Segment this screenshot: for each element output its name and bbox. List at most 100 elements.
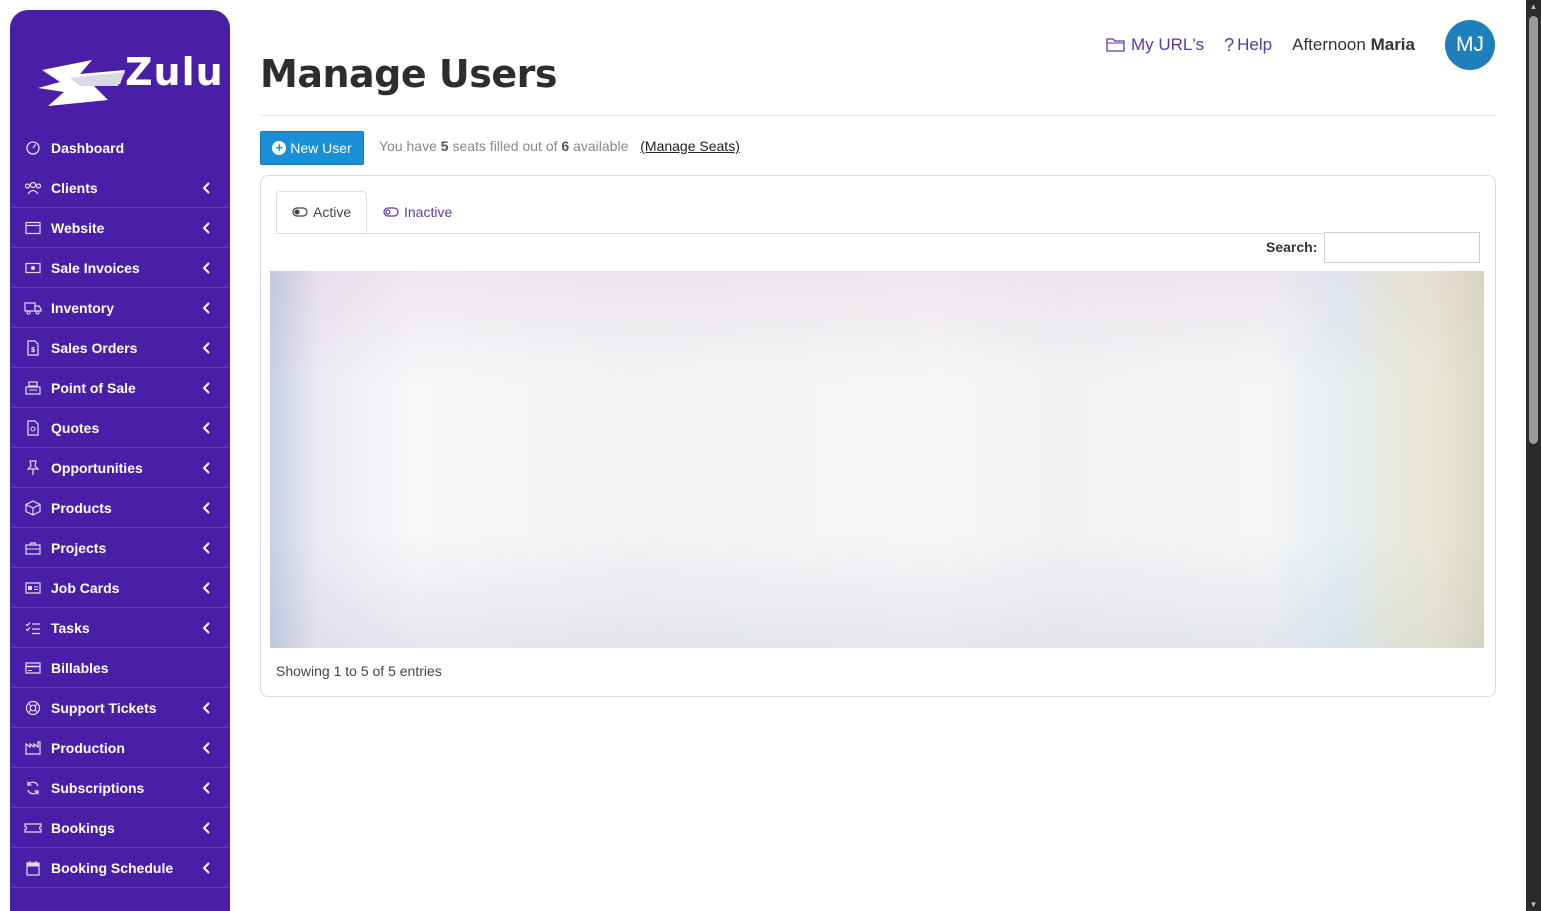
sidebar-item-dashboard[interactable]: Dashboard [10, 128, 230, 168]
sidebar-item-website[interactable]: Website [10, 208, 230, 248]
sidebar: Zulu Dashboard Clients Website Sale Invo… [10, 10, 230, 911]
chevron-left-icon [202, 302, 210, 314]
table-body-obscured [270, 271, 1484, 648]
sidebar-item-label: Bookings [51, 819, 115, 836]
search-input[interactable] [1324, 232, 1480, 263]
tab-inactive[interactable]: Inactive [368, 191, 467, 233]
search-label: Search: [1266, 239, 1318, 255]
sidebar-item-support-tickets[interactable]: Support Tickets [10, 688, 230, 728]
sidebar-item-label: Quotes [51, 419, 100, 436]
sidebar-item-label: Point of Sale [51, 379, 136, 396]
sidebar-item-label: Tasks [51, 619, 90, 636]
sidebar-item-billables[interactable]: Billables [10, 648, 230, 688]
toggle-on-icon [292, 207, 308, 217]
sidebar-item-label: Website [51, 219, 105, 236]
chevron-left-icon [202, 182, 210, 194]
table-info: Showing 1 to 5 of 5 entries [276, 663, 442, 679]
new-user-button[interactable]: + New User [260, 131, 364, 165]
sidebar-item-sales-orders[interactable]: $ Sales Orders [10, 328, 230, 368]
tab-active-label: Active [313, 204, 352, 220]
sidebar-item-opportunities[interactable]: Opportunities [10, 448, 230, 488]
question-icon: ? [1224, 34, 1235, 55]
brand-name: Zulu [125, 50, 224, 94]
plus-circle-icon: + [272, 141, 287, 155]
tab-active[interactable]: Active [276, 191, 368, 233]
chevron-left-icon [202, 342, 210, 354]
chevron-left-icon [202, 582, 210, 594]
seats-suffix: available [573, 138, 629, 154]
page-scrollbar[interactable]: ▲ ▼ [1526, 0, 1541, 911]
page-title: Manage Users [260, 52, 557, 96]
sidebar-item-booking-schedule[interactable]: Booking Schedule [10, 848, 230, 888]
my-urls-label: My URL's [1130, 35, 1205, 54]
sidebar-item-inventory[interactable]: Inventory [10, 288, 230, 328]
seats-middle-text: seats filled out of [452, 138, 558, 154]
money-icon [24, 259, 42, 277]
box-icon [24, 499, 42, 517]
status-tabs: Active Inactive [276, 191, 1480, 234]
quote-doc-icon [24, 419, 42, 437]
sidebar-item-job-cards[interactable]: Job Cards [10, 568, 230, 608]
credit-card-icon [24, 659, 42, 677]
chevron-left-icon [202, 782, 210, 794]
greeting-user-name: Maria [1370, 35, 1415, 54]
scroll-down-arrow-icon[interactable]: ▼ [1529, 900, 1538, 909]
header-divider [260, 115, 1496, 116]
help-link[interactable]: ? Help [1224, 35, 1272, 56]
ticket-icon [24, 819, 42, 837]
window-icon [24, 219, 42, 237]
users-card: Active Inactive Search: Showing 1 to 5 o… [260, 175, 1496, 697]
sidebar-item-label: Job Cards [51, 579, 120, 596]
id-card-icon [24, 579, 42, 597]
sidebar-item-label: Clients [51, 179, 98, 196]
seats-total-count: 6 [561, 138, 570, 154]
briefcase-icon [24, 539, 42, 557]
sidebar-item-label: Billables [51, 659, 109, 676]
pin-icon [24, 459, 42, 477]
calendar-icon [24, 859, 42, 877]
new-user-label: New User [290, 140, 352, 156]
chevron-left-icon [202, 462, 210, 474]
sidebar-item-clients[interactable]: Clients [10, 168, 230, 208]
chevron-left-icon [202, 422, 210, 434]
chevron-left-icon [202, 742, 210, 754]
manage-seats-link[interactable]: (Manage Seats) [640, 138, 740, 154]
truck-icon [24, 299, 42, 317]
sidebar-item-quotes[interactable]: Quotes [10, 408, 230, 448]
tab-inactive-label: Inactive [404, 204, 453, 220]
checklist-icon [24, 619, 42, 637]
seats-filled-count: 5 [440, 138, 449, 154]
sidebar-item-products[interactable]: Products [10, 488, 230, 528]
scroll-up-arrow-icon[interactable]: ▲ [1529, 2, 1538, 11]
chevron-left-icon [202, 262, 210, 274]
sidebar-item-subscriptions[interactable]: Subscriptions [10, 768, 230, 808]
svg-text:$: $ [31, 346, 36, 354]
my-urls-link[interactable]: My URL's [1106, 35, 1204, 55]
sidebar-item-sale-invoices[interactable]: Sale Invoices [10, 248, 230, 288]
sidebar-item-production[interactable]: Production [10, 728, 230, 768]
chevron-left-icon [202, 382, 210, 394]
sidebar-item-label: Dashboard [51, 140, 125, 156]
top-bar: My URL's ? Help Afternoon Maria MJ [1106, 20, 1495, 70]
sidebar-item-label: Support Tickets [51, 699, 157, 716]
sidebar-nav: Dashboard Clients Website Sale Invoices … [10, 128, 230, 888]
chevron-left-icon [202, 542, 210, 554]
greeting: Afternoon Maria [1292, 35, 1415, 55]
chevron-left-icon [202, 622, 210, 634]
seats-prefix: You have [379, 138, 437, 154]
sidebar-item-label: Sale Invoices [51, 259, 140, 276]
sidebar-item-bookings[interactable]: Bookings [10, 808, 230, 848]
scroll-thumb[interactable] [1529, 16, 1538, 444]
refresh-icon [24, 779, 42, 797]
dashboard-icon [24, 139, 42, 157]
chevron-left-icon [202, 222, 210, 234]
sidebar-item-label: Subscriptions [51, 779, 145, 796]
sidebar-item-label: Products [51, 499, 112, 516]
register-icon [24, 379, 42, 397]
sidebar-item-point-of-sale[interactable]: Point of Sale [10, 368, 230, 408]
sidebar-item-label: Sales Orders [51, 339, 138, 356]
sidebar-item-tasks[interactable]: Tasks [10, 608, 230, 648]
avatar[interactable]: MJ [1445, 20, 1495, 70]
sidebar-item-projects[interactable]: Projects [10, 528, 230, 568]
sidebar-item-label: Inventory [51, 299, 115, 316]
